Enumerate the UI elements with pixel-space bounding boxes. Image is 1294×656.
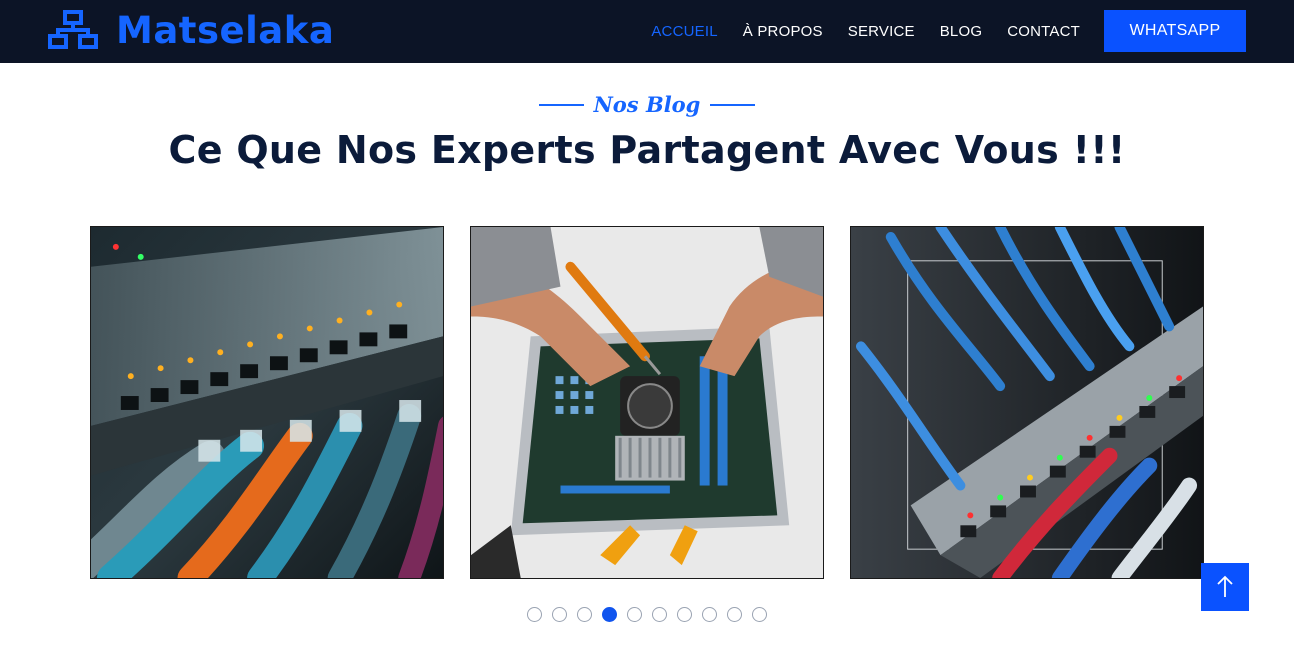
- carousel-dots: [527, 607, 777, 622]
- nav-link-accueil[interactable]: ACCUEIL: [651, 23, 717, 40]
- brand-name: Matselaka: [116, 8, 335, 52]
- nav-link-service[interactable]: SERVICE: [848, 23, 915, 40]
- blog-card-1[interactable]: [90, 226, 444, 579]
- network-icon: [48, 10, 98, 49]
- eyebrow-line-right: [710, 103, 756, 106]
- section-subtitle: Nos Blog: [593, 92, 701, 117]
- carousel-dot[interactable]: [527, 607, 542, 622]
- carousel-dot-active[interactable]: [602, 607, 617, 622]
- ethernet-switch-cables-image: [91, 227, 443, 578]
- main-nav: ACCUEIL À PROPOS SERVICE BLOG CONTACT: [626, 0, 1080, 63]
- whatsapp-button[interactable]: WHATSAPP: [1104, 10, 1246, 52]
- back-to-top-button[interactable]: [1201, 563, 1249, 611]
- carousel-dot[interactable]: [727, 607, 742, 622]
- carousel-dot[interactable]: [552, 607, 567, 622]
- nav-link-contact[interactable]: CONTACT: [1007, 23, 1080, 40]
- technician-repairing-motherboard-image: [471, 227, 823, 578]
- eyebrow-line-left: [538, 103, 584, 106]
- carousel-dot[interactable]: [702, 607, 717, 622]
- carousel-dot[interactable]: [752, 607, 767, 622]
- blog-card-3[interactable]: [850, 226, 1204, 579]
- carousel-dot[interactable]: [627, 607, 642, 622]
- blog-card-2[interactable]: [470, 226, 824, 579]
- carousel-dot[interactable]: [677, 607, 692, 622]
- network-patch-panel-image: [851, 227, 1203, 578]
- section-title: Ce Que Nos Experts Partagent Avec Vous !…: [168, 128, 1126, 172]
- brand-logo[interactable]: Matselaka: [48, 8, 334, 52]
- carousel-dot[interactable]: [577, 607, 592, 622]
- nav-link-blog[interactable]: BLOG: [940, 23, 982, 40]
- carousel-dot[interactable]: [652, 607, 667, 622]
- section-eyebrow: Nos Blog: [0, 92, 1294, 117]
- arrow-up-icon: [1217, 575, 1233, 597]
- navbar: Matselaka ACCUEIL À PROPOS SERVICE BLOG …: [0, 0, 1294, 63]
- nav-link-a-propos[interactable]: À PROPOS: [743, 23, 823, 40]
